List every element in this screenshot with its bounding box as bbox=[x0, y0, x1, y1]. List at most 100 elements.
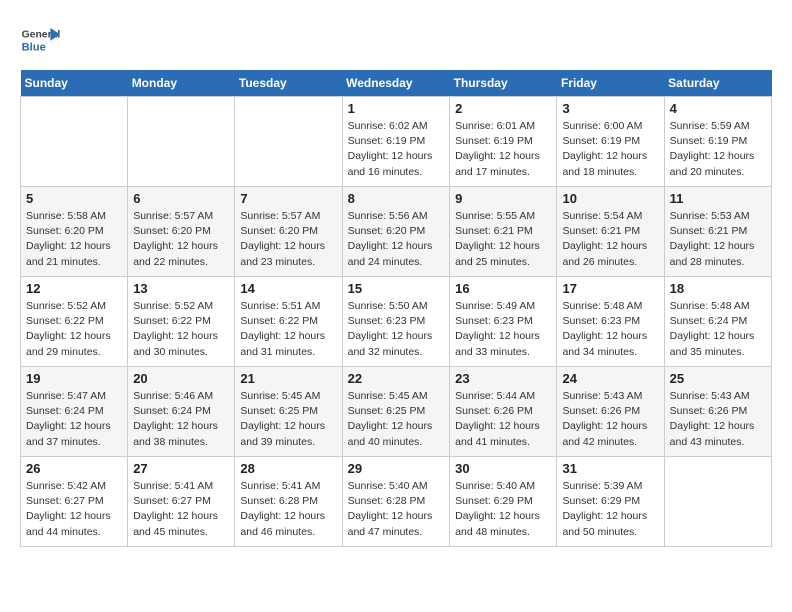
cell-content: Sunrise: 5:44 AM Sunset: 6:26 PM Dayligh… bbox=[455, 389, 551, 450]
day-number: 14 bbox=[240, 281, 336, 296]
day-number: 9 bbox=[455, 191, 551, 206]
cell-content: Sunrise: 5:51 AM Sunset: 6:22 PM Dayligh… bbox=[240, 299, 336, 360]
day-number: 13 bbox=[133, 281, 229, 296]
cell-content: Sunrise: 5:39 AM Sunset: 6:29 PM Dayligh… bbox=[562, 479, 658, 540]
calendar-cell: 13 Sunrise: 5:52 AM Sunset: 6:22 PM Dayli… bbox=[128, 277, 235, 367]
day-number: 27 bbox=[133, 461, 229, 476]
cell-content: Sunrise: 5:54 AM Sunset: 6:21 PM Dayligh… bbox=[562, 209, 658, 270]
day-number: 7 bbox=[240, 191, 336, 206]
day-number: 23 bbox=[455, 371, 551, 386]
weekday-header-thursday: Thursday bbox=[450, 70, 557, 97]
day-number: 1 bbox=[348, 101, 445, 116]
cell-content: Sunrise: 5:52 AM Sunset: 6:22 PM Dayligh… bbox=[133, 299, 229, 360]
weekday-header-wednesday: Wednesday bbox=[342, 70, 450, 97]
day-number: 19 bbox=[26, 371, 122, 386]
calendar-cell: 8 Sunrise: 5:56 AM Sunset: 6:20 PM Daylig… bbox=[342, 187, 450, 277]
day-number: 25 bbox=[670, 371, 766, 386]
cell-content: Sunrise: 5:46 AM Sunset: 6:24 PM Dayligh… bbox=[133, 389, 229, 450]
calendar-cell: 18 Sunrise: 5:48 AM Sunset: 6:24 PM Dayli… bbox=[664, 277, 771, 367]
calendar-cell: 4 Sunrise: 5:59 AM Sunset: 6:19 PM Daylig… bbox=[664, 97, 771, 187]
day-number: 10 bbox=[562, 191, 658, 206]
day-number: 29 bbox=[348, 461, 445, 476]
cell-content: Sunrise: 5:41 AM Sunset: 6:28 PM Dayligh… bbox=[240, 479, 336, 540]
week-row-4: 19 Sunrise: 5:47 AM Sunset: 6:24 PM Dayli… bbox=[21, 367, 772, 457]
day-number: 3 bbox=[562, 101, 658, 116]
calendar-cell: 19 Sunrise: 5:47 AM Sunset: 6:24 PM Dayli… bbox=[21, 367, 128, 457]
cell-content: Sunrise: 6:01 AM Sunset: 6:19 PM Dayligh… bbox=[455, 119, 551, 180]
calendar-cell: 15 Sunrise: 5:50 AM Sunset: 6:23 PM Dayli… bbox=[342, 277, 450, 367]
cell-content: Sunrise: 5:43 AM Sunset: 6:26 PM Dayligh… bbox=[562, 389, 658, 450]
day-number: 18 bbox=[670, 281, 766, 296]
calendar-cell bbox=[21, 97, 128, 187]
cell-content: Sunrise: 5:49 AM Sunset: 6:23 PM Dayligh… bbox=[455, 299, 551, 360]
cell-content: Sunrise: 5:57 AM Sunset: 6:20 PM Dayligh… bbox=[133, 209, 229, 270]
cell-content: Sunrise: 5:59 AM Sunset: 6:19 PM Dayligh… bbox=[670, 119, 766, 180]
cell-content: Sunrise: 5:41 AM Sunset: 6:27 PM Dayligh… bbox=[133, 479, 229, 540]
calendar-cell: 11Sunrise: 5:53 AM Sunset: 6:21 PM Dayli… bbox=[664, 187, 771, 277]
logo: General Blue bbox=[20, 20, 64, 60]
day-number: 5 bbox=[26, 191, 122, 206]
cell-content: Sunrise: 5:43 AM Sunset: 6:26 PM Dayligh… bbox=[670, 389, 766, 450]
day-number: 11 bbox=[670, 191, 766, 206]
week-row-5: 26Sunrise: 5:42 AM Sunset: 6:27 PM Dayli… bbox=[21, 457, 772, 547]
cell-content: Sunrise: 5:40 AM Sunset: 6:28 PM Dayligh… bbox=[348, 479, 445, 540]
day-number: 26 bbox=[26, 461, 122, 476]
cell-content: Sunrise: 5:55 AM Sunset: 6:21 PM Dayligh… bbox=[455, 209, 551, 270]
cell-content: Sunrise: 5:40 AM Sunset: 6:29 PM Dayligh… bbox=[455, 479, 551, 540]
day-number: 21 bbox=[240, 371, 336, 386]
weekday-header-row: SundayMondayTuesdayWednesdayThursdayFrid… bbox=[21, 70, 772, 97]
calendar-cell: 30 Sunrise: 5:40 AM Sunset: 6:29 PM Dayli… bbox=[450, 457, 557, 547]
calendar-cell: 22 Sunrise: 5:45 AM Sunset: 6:25 PM Dayli… bbox=[342, 367, 450, 457]
day-number: 6 bbox=[133, 191, 229, 206]
day-number: 16 bbox=[455, 281, 551, 296]
day-number: 12 bbox=[26, 281, 122, 296]
week-row-3: 12 Sunrise: 5:52 AM Sunset: 6:22 PM Dayli… bbox=[21, 277, 772, 367]
calendar-cell: 14 Sunrise: 5:51 AM Sunset: 6:22 PM Dayli… bbox=[235, 277, 342, 367]
weekday-header-friday: Friday bbox=[557, 70, 664, 97]
cell-content: Sunrise: 5:45 AM Sunset: 6:25 PM Dayligh… bbox=[348, 389, 445, 450]
calendar-cell: 12 Sunrise: 5:52 AM Sunset: 6:22 PM Dayli… bbox=[21, 277, 128, 367]
calendar-cell bbox=[235, 97, 342, 187]
cell-content: Sunrise: 5:52 AM Sunset: 6:22 PM Dayligh… bbox=[26, 299, 122, 360]
calendar-cell: 9 Sunrise: 5:55 AM Sunset: 6:21 PM Daylig… bbox=[450, 187, 557, 277]
weekday-header-sunday: Sunday bbox=[21, 70, 128, 97]
cell-content: Sunrise: 5:47 AM Sunset: 6:24 PM Dayligh… bbox=[26, 389, 122, 450]
calendar-cell: 27 Sunrise: 5:41 AM Sunset: 6:27 PM Dayli… bbox=[128, 457, 235, 547]
page-header: General Blue bbox=[20, 20, 772, 60]
calendar-cell: 5 Sunrise: 5:58 AM Sunset: 6:20 PM Daylig… bbox=[21, 187, 128, 277]
cell-content: Sunrise: 5:45 AM Sunset: 6:25 PM Dayligh… bbox=[240, 389, 336, 450]
day-number: 15 bbox=[348, 281, 445, 296]
calendar-cell: 23 Sunrise: 5:44 AM Sunset: 6:26 PM Dayli… bbox=[450, 367, 557, 457]
calendar-cell: 25 Sunrise: 5:43 AM Sunset: 6:26 PM Dayli… bbox=[664, 367, 771, 457]
calendar-cell: 6 Sunrise: 5:57 AM Sunset: 6:20 PM Daylig… bbox=[128, 187, 235, 277]
calendar-cell: 10 Sunrise: 5:54 AM Sunset: 6:21 PM Dayli… bbox=[557, 187, 664, 277]
calendar-table: SundayMondayTuesdayWednesdayThursdayFrid… bbox=[20, 70, 772, 547]
cell-content: Sunrise: 5:48 AM Sunset: 6:23 PM Dayligh… bbox=[562, 299, 658, 360]
calendar-cell: 21 Sunrise: 5:45 AM Sunset: 6:25 PM Dayli… bbox=[235, 367, 342, 457]
day-number: 28 bbox=[240, 461, 336, 476]
calendar-cell: 20 Sunrise: 5:46 AM Sunset: 6:24 PM Dayli… bbox=[128, 367, 235, 457]
calendar-cell: 24 Sunrise: 5:43 AM Sunset: 6:26 PM Dayli… bbox=[557, 367, 664, 457]
day-number: 20 bbox=[133, 371, 229, 386]
cell-content: Sunrise: 5:58 AM Sunset: 6:20 PM Dayligh… bbox=[26, 209, 122, 270]
svg-text:Blue: Blue bbox=[22, 41, 46, 53]
calendar-cell: 3Sunrise: 6:00 AM Sunset: 6:19 PM Daylig… bbox=[557, 97, 664, 187]
calendar-cell: 2 Sunrise: 6:01 AM Sunset: 6:19 PM Daylig… bbox=[450, 97, 557, 187]
day-number: 17 bbox=[562, 281, 658, 296]
day-number: 24 bbox=[562, 371, 658, 386]
cell-content: Sunrise: 5:56 AM Sunset: 6:20 PM Dayligh… bbox=[348, 209, 445, 270]
calendar-cell: 1 Sunrise: 6:02 AM Sunset: 6:19 PM Daylig… bbox=[342, 97, 450, 187]
week-row-2: 5 Sunrise: 5:58 AM Sunset: 6:20 PM Daylig… bbox=[21, 187, 772, 277]
calendar-cell: 16 Sunrise: 5:49 AM Sunset: 6:23 PM Dayli… bbox=[450, 277, 557, 367]
calendar-cell: 17 Sunrise: 5:48 AM Sunset: 6:23 PM Dayli… bbox=[557, 277, 664, 367]
day-number: 2 bbox=[455, 101, 551, 116]
cell-content: Sunrise: 6:02 AM Sunset: 6:19 PM Dayligh… bbox=[348, 119, 445, 180]
cell-content: Sunrise: 5:48 AM Sunset: 6:24 PM Dayligh… bbox=[670, 299, 766, 360]
day-number: 22 bbox=[348, 371, 445, 386]
day-number: 8 bbox=[348, 191, 445, 206]
day-number: 4 bbox=[670, 101, 766, 116]
cell-content: Sunrise: 5:50 AM Sunset: 6:23 PM Dayligh… bbox=[348, 299, 445, 360]
day-number: 30 bbox=[455, 461, 551, 476]
calendar-cell: 31Sunrise: 5:39 AM Sunset: 6:29 PM Dayli… bbox=[557, 457, 664, 547]
weekday-header-monday: Monday bbox=[128, 70, 235, 97]
